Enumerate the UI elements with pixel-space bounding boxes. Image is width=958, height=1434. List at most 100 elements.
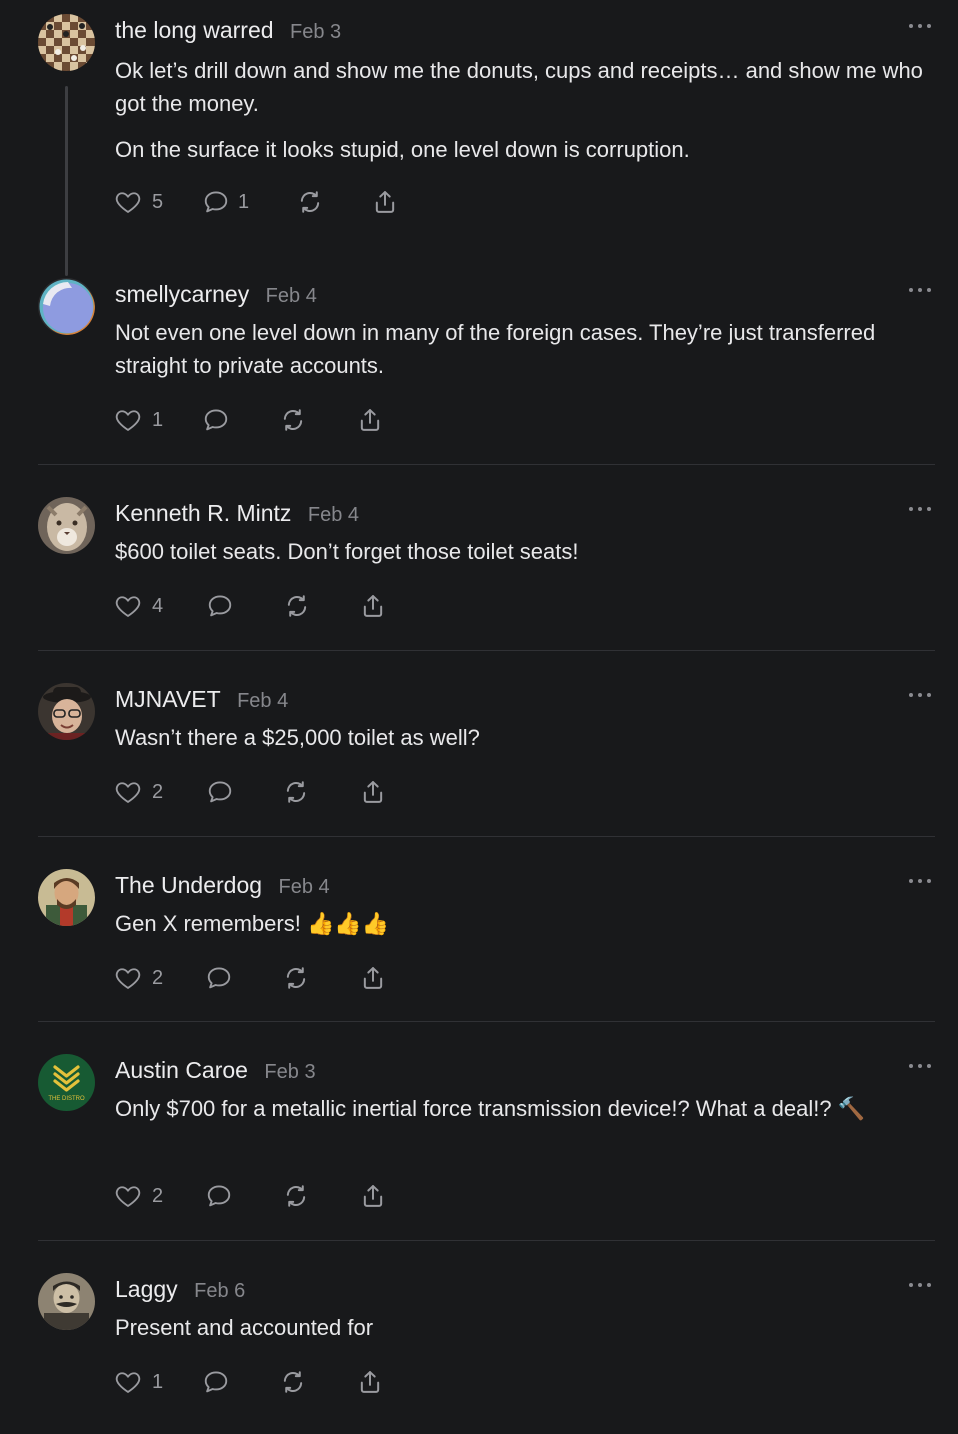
comment-divider bbox=[38, 1240, 935, 1241]
restack-button[interactable] bbox=[279, 1366, 307, 1398]
reply-button[interactable] bbox=[202, 404, 230, 436]
like-button[interactable]: 2 bbox=[114, 1180, 163, 1212]
more-options-icon[interactable] bbox=[909, 875, 931, 887]
like-button[interactable]: 4 bbox=[114, 590, 163, 622]
share-icon bbox=[356, 406, 384, 434]
reply-count: 1 bbox=[238, 190, 250, 213]
comment-date[interactable]: Feb 4 bbox=[308, 504, 359, 526]
comment-body: Not even one level down in many of the f… bbox=[115, 316, 925, 395]
share-button[interactable] bbox=[356, 404, 384, 436]
reply-button[interactable] bbox=[202, 1366, 230, 1398]
restack-button[interactable] bbox=[296, 186, 324, 218]
comment-header: MJNAVET Feb 4 bbox=[115, 686, 288, 713]
comment-date[interactable]: Feb 3 bbox=[290, 21, 341, 43]
like-button[interactable]: 5 bbox=[114, 186, 163, 218]
comment-bubble-icon bbox=[205, 964, 233, 992]
share-button[interactable] bbox=[359, 1180, 387, 1212]
comment-date[interactable]: Feb 4 bbox=[266, 285, 317, 307]
like-count: 1 bbox=[152, 1370, 164, 1393]
the-distro-logo-avatar-image: THE DISTRO bbox=[38, 1054, 95, 1111]
like-count: 4 bbox=[152, 594, 164, 617]
more-options-icon[interactable] bbox=[909, 689, 931, 701]
like-button[interactable]: 2 bbox=[114, 776, 163, 808]
reply-button[interactable] bbox=[205, 962, 233, 994]
comment: the long warred Feb 3 Ok let’s drill dow… bbox=[38, 14, 935, 276]
comment: MJNAVET Feb 4 Wasn’t there a $25,000 toi… bbox=[38, 683, 935, 823]
comment-date[interactable]: Feb 4 bbox=[279, 876, 330, 898]
author-name[interactable]: The Underdog bbox=[115, 872, 262, 898]
like-button[interactable]: 1 bbox=[114, 1366, 163, 1398]
like-button[interactable]: 2 bbox=[114, 962, 163, 994]
like-count: 2 bbox=[152, 1184, 164, 1207]
restack-button[interactable] bbox=[282, 962, 310, 994]
comment: The Underdog Feb 4 Gen X remembers! 👍👍👍 … bbox=[38, 869, 935, 1009]
comment-paragraph: Present and accounted for bbox=[115, 1315, 374, 1340]
comment-header: Kenneth R. Mintz Feb 4 bbox=[115, 500, 359, 527]
avatar[interactable] bbox=[38, 497, 95, 554]
comment-body: Wasn’t there a $25,000 toilet as well? bbox=[115, 721, 925, 767]
share-button[interactable] bbox=[359, 590, 387, 622]
restack-icon bbox=[282, 964, 310, 992]
like-count: 2 bbox=[152, 780, 164, 803]
comment-bubble-icon bbox=[206, 592, 234, 620]
more-options-icon[interactable] bbox=[909, 1060, 931, 1072]
share-icon bbox=[359, 778, 387, 806]
like-count: 5 bbox=[152, 190, 164, 213]
share-icon bbox=[359, 964, 387, 992]
comment-header: Austin Caroe Feb 3 bbox=[115, 1057, 316, 1084]
share-button[interactable] bbox=[359, 776, 387, 808]
comment-divider bbox=[38, 650, 935, 651]
restack-button[interactable] bbox=[283, 590, 311, 622]
comment-paragraph: Gen X remembers! 👍👍👍 bbox=[115, 911, 390, 936]
comment-divider bbox=[38, 1021, 935, 1022]
avatar[interactable] bbox=[38, 278, 95, 335]
author-name[interactable]: the long warred bbox=[115, 17, 274, 43]
restack-button[interactable] bbox=[282, 1180, 310, 1212]
avatar[interactable]: THE DISTRO bbox=[38, 1054, 95, 1111]
reply-button[interactable] bbox=[206, 776, 234, 808]
more-options-icon[interactable] bbox=[909, 1279, 931, 1291]
heart-icon bbox=[114, 592, 142, 620]
reply-button[interactable]: 1 bbox=[202, 186, 249, 218]
comment-divider bbox=[38, 464, 935, 465]
more-options-icon[interactable] bbox=[909, 20, 931, 32]
comment-bubble-icon bbox=[202, 1368, 230, 1396]
svg-text:THE DISTRO: THE DISTRO bbox=[48, 1096, 85, 1102]
author-name[interactable]: Austin Caroe bbox=[115, 1057, 248, 1083]
share-icon bbox=[356, 1368, 384, 1396]
avatar[interactable] bbox=[38, 683, 95, 740]
comment-date[interactable]: Feb 3 bbox=[264, 1061, 315, 1083]
avatar[interactable] bbox=[38, 869, 95, 926]
comment-body: Gen X remembers! 👍👍👍 bbox=[115, 907, 925, 953]
author-name[interactable]: Kenneth R. Mintz bbox=[115, 500, 291, 526]
comment: Kenneth R. Mintz Feb 4 $600 toilet seats… bbox=[38, 497, 935, 637]
restack-icon bbox=[283, 592, 311, 620]
comment-bubble-icon bbox=[206, 778, 234, 806]
comment-header: the long warred Feb 3 bbox=[115, 17, 341, 44]
avatar[interactable] bbox=[38, 14, 95, 71]
restack-icon bbox=[282, 778, 310, 806]
comment-bubble-icon bbox=[202, 406, 230, 434]
author-name[interactable]: smellycarney bbox=[115, 281, 249, 307]
author-name[interactable]: MJNAVET bbox=[115, 686, 221, 712]
comment-header: The Underdog Feb 4 bbox=[115, 872, 330, 899]
comment-date[interactable]: Feb 4 bbox=[237, 690, 288, 712]
reply-button[interactable] bbox=[205, 1180, 233, 1212]
share-button[interactable] bbox=[371, 186, 399, 218]
comment-date[interactable]: Feb 6 bbox=[194, 1280, 245, 1302]
share-button[interactable] bbox=[359, 962, 387, 994]
vintage-portrait-avatar-image bbox=[38, 1273, 95, 1330]
comment: smellycarney Feb 4 Not even one level do… bbox=[38, 278, 935, 448]
comment-bubble-icon bbox=[205, 1182, 233, 1210]
author-name[interactable]: Laggy bbox=[115, 1276, 178, 1302]
restack-button[interactable] bbox=[282, 776, 310, 808]
like-count: 2 bbox=[152, 966, 164, 989]
avatar[interactable] bbox=[38, 1273, 95, 1330]
share-button[interactable] bbox=[356, 1366, 384, 1398]
more-options-icon[interactable] bbox=[909, 503, 931, 515]
restack-icon bbox=[282, 1182, 310, 1210]
reply-button[interactable] bbox=[206, 590, 234, 622]
restack-button[interactable] bbox=[279, 404, 307, 436]
more-options-icon[interactable] bbox=[909, 284, 931, 296]
like-button[interactable]: 1 bbox=[114, 404, 163, 436]
